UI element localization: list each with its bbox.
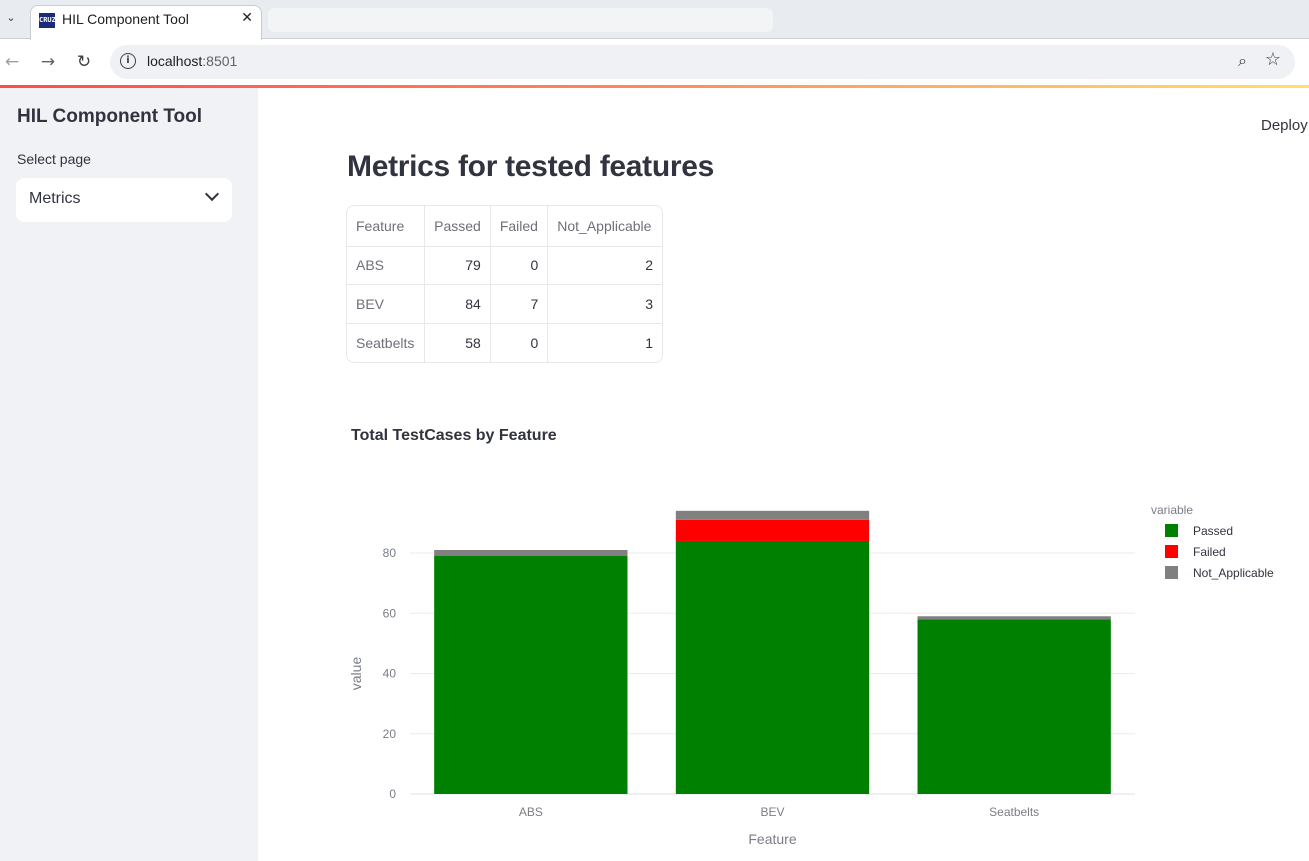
table-cell[interactable]: 0 [490, 246, 549, 285]
legend-swatch[interactable] [1165, 524, 1178, 537]
metrics-table[interactable]: Feature Passed Failed Not_Applicable ABS… [346, 205, 663, 363]
table-cell[interactable]: ABS [347, 246, 426, 285]
table-row: ABS 79 0 2 [347, 246, 662, 285]
x-tick-label: ABS [519, 805, 543, 819]
url-port: :8501 [202, 53, 238, 69]
tab-close-icon[interactable]: ✕ [241, 10, 253, 26]
tab-title: HIL Component Tool [62, 11, 189, 27]
deploy-button[interactable]: Deploy [1261, 117, 1308, 134]
legend-label[interactable]: Failed [1193, 545, 1226, 559]
x-tick-label: Seatbelts [989, 805, 1039, 819]
table-cell[interactable]: Seatbelts [347, 323, 426, 362]
legend-label[interactable]: Not_Applicable [1193, 566, 1274, 580]
legend-swatch[interactable] [1165, 566, 1178, 579]
bar-segment[interactable] [917, 619, 1111, 794]
table-cell[interactable]: 2 [547, 246, 662, 285]
legend-title: variable [1151, 503, 1193, 517]
select-page-label: Select page [17, 151, 91, 167]
forward-arrow-icon[interactable]: → [37, 51, 59, 73]
favicon-icon: CRUZ [39, 13, 56, 28]
page-select[interactable]: Metrics [16, 178, 232, 222]
bar-segment[interactable] [675, 510, 870, 520]
table-cell[interactable]: 0 [490, 323, 549, 362]
y-tick-label: 0 [389, 787, 396, 801]
url-host: localhost [147, 53, 203, 69]
browser-tab[interactable]: CRUZ HIL Component Tool ✕ [30, 5, 262, 40]
table-cell[interactable]: 7 [490, 284, 549, 324]
table-cell[interactable]: 84 [424, 284, 491, 324]
bookmark-star-icon[interactable]: ☆ [1265, 49, 1281, 70]
chevron-down-icon [204, 186, 220, 202]
blank-tab-placeholder [268, 8, 773, 32]
reload-icon[interactable]: ↻ [73, 51, 95, 73]
back-arrow-icon[interactable]: ← [1, 51, 23, 73]
bar-segment[interactable] [917, 616, 1111, 620]
bar-segment[interactable] [434, 549, 628, 557]
y-tick-label: 80 [383, 546, 397, 560]
column-header-passed[interactable]: Passed [424, 206, 491, 247]
y-tick-label: 60 [383, 606, 397, 620]
tab-search-chevron-icon[interactable]: ⌄ [2, 9, 20, 27]
x-axis-title: Feature [748, 831, 796, 847]
y-axis-title: value [348, 657, 364, 691]
zoom-icon[interactable]: ⌕ [1238, 51, 1247, 71]
sidebar-title: HIL Component Tool [17, 106, 203, 127]
legend-swatch[interactable] [1165, 545, 1178, 558]
table-cell[interactable]: 58 [424, 323, 491, 362]
url-text: localhost:8501 [147, 53, 237, 69]
table-row: BEV 84 7 3 [347, 284, 662, 324]
bar-segment[interactable] [434, 556, 628, 794]
browser-toolbar: ← → ↻ i localhost:8501 ⌕ ☆ [0, 40, 1309, 85]
y-tick-label: 20 [383, 727, 397, 741]
column-header-failed[interactable]: Failed [490, 206, 549, 247]
table-cell[interactable]: 3 [547, 284, 662, 324]
column-header-not-applicable[interactable]: Not_Applicable [547, 206, 662, 247]
page-select-value: Metrics [29, 190, 81, 207]
stacked-bar-chart[interactable]: 0 20 40 60 80 ABS BEV Seatbelts Feature value vari… [330, 490, 1309, 861]
chart-title: Total TestCases by Feature [351, 427, 557, 444]
bar-segment[interactable] [675, 519, 870, 541]
x-tick-label: BEV [760, 805, 784, 819]
column-header-feature[interactable]: Feature [347, 206, 426, 247]
address-bar[interactable]: i localhost:8501 ⌕ ☆ [110, 45, 1295, 79]
legend-label[interactable]: Passed [1193, 524, 1233, 538]
table-cell[interactable]: 79 [424, 246, 491, 285]
table-cell[interactable]: BEV [347, 284, 426, 324]
bar-segment[interactable] [675, 540, 870, 794]
browser-tab-strip: ⌄ CRUZ HIL Component Tool ✕ [0, 0, 1309, 40]
table-cell[interactable]: 1 [548, 323, 662, 362]
site-info-icon[interactable]: i [120, 53, 136, 69]
table-row: Seatbelts 58 0 1 [347, 323, 662, 362]
page-title: Metrics for tested features [347, 150, 715, 183]
table-header-row: Feature Passed Failed Not_Applicable [347, 206, 662, 247]
y-tick-label: 40 [383, 667, 397, 681]
